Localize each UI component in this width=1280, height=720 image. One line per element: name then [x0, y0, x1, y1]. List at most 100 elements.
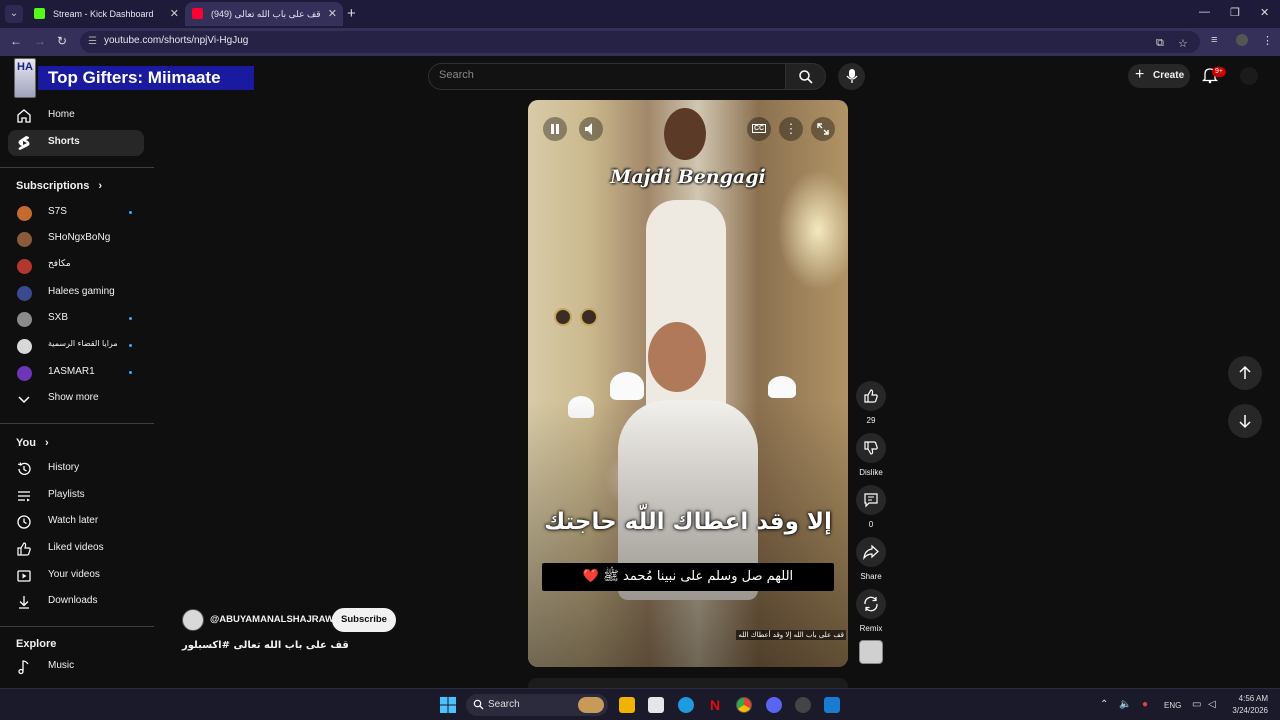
sidebar-item-subscription[interactable]: 1ASMAR1 — [8, 360, 144, 386]
forward-icon[interactable]: → — [34, 34, 46, 48]
subscriptions-heading[interactable]: Subscriptions › — [16, 180, 102, 192]
sidebar-item-subscription[interactable]: مكافح — [8, 253, 144, 279]
sidebar-item-music[interactable]: Music — [8, 654, 144, 680]
sidebar-item-subscription[interactable]: مرايا القضاء الرسمية — [8, 333, 144, 359]
close-tab-icon[interactable]: ✕ — [328, 2, 337, 26]
previous-short-button[interactable] — [1228, 356, 1262, 390]
tab-kick-dashboard[interactable]: Stream - Kick Dashboard ✕ — [27, 2, 185, 26]
new-tab-icon[interactable]: + — [347, 5, 356, 22]
close-window-icon[interactable]: ✕ — [1260, 6, 1269, 19]
download-icon — [19, 596, 29, 609]
url-field[interactable]: ☰ youtube.com/shorts/npjVi-HgJug ⧉ ☆ — [80, 31, 1200, 53]
reload-icon[interactable]: ↻ — [57, 34, 67, 48]
account-avatar[interactable] — [1240, 67, 1258, 85]
avatar — [17, 232, 32, 247]
you-heading[interactable]: You › — [16, 437, 49, 449]
sidebar-item-subscription[interactable]: Halees gaming — [8, 280, 144, 306]
avatar — [17, 259, 32, 274]
clock-date[interactable]: 3/24/2026 — [1222, 706, 1268, 715]
sidebar-item-watch-later[interactable]: Watch later — [8, 509, 144, 535]
file-explorer-icon[interactable] — [619, 697, 635, 713]
speaker-icon[interactable]: 🔈 — [1119, 699, 1131, 710]
edge-icon[interactable] — [678, 697, 694, 713]
url-text: youtube.com/shorts/npjVi-HgJug — [104, 35, 249, 46]
bookmark-star-icon[interactable]: ☆ — [1178, 37, 1188, 50]
new-content-dot — [129, 344, 132, 347]
sidebar-item-subscription[interactable]: SXB — [8, 306, 144, 332]
video-content — [768, 376, 796, 398]
windows-start-icon[interactable] — [440, 697, 456, 713]
back-icon[interactable]: ← — [10, 34, 22, 48]
tray-chevron-up-icon[interactable]: ⌃ — [1100, 699, 1108, 710]
search-input[interactable] — [439, 69, 759, 81]
voice-search-button[interactable] — [838, 63, 865, 90]
clock-time[interactable]: 4:56 AM — [1230, 694, 1268, 703]
video-title[interactable]: قف على باب الله تعالى #اكسبلور — [182, 640, 349, 651]
share-icon — [863, 544, 879, 561]
sidebar-item-label: Downloads — [48, 595, 98, 606]
media-controls-icon[interactable]: ≡ — [1211, 34, 1217, 46]
pause-button[interactable] — [543, 117, 567, 141]
channel-handle[interactable]: @ABUYAMANALSHAJRAWI — [210, 614, 337, 625]
you-heading-label: You — [16, 437, 36, 449]
tab-search-icon[interactable]: ⌄ — [5, 5, 23, 23]
sidebar-item-home[interactable]: Home — [8, 103, 144, 129]
minimize-icon[interactable]: — — [1199, 6, 1210, 18]
sidebar-item-history[interactable]: History — [8, 456, 144, 482]
avatar — [17, 366, 32, 381]
video-content — [554, 308, 572, 326]
tab-youtube-short[interactable]: (949) قف على باب الله تعالى ✕ — [185, 2, 343, 26]
like-button[interactable] — [856, 381, 886, 411]
microphone-icon[interactable]: ● — [1142, 699, 1148, 710]
dislike-button[interactable] — [856, 433, 886, 463]
mute-button[interactable] — [579, 117, 603, 141]
show-more-button[interactable]: Show more — [8, 386, 144, 412]
sidebar-item-subscription[interactable]: SHoNgxBoNg — [8, 226, 144, 252]
notification-badge: 9+ — [1212, 67, 1226, 77]
language-indicator[interactable]: ENG — [1164, 701, 1181, 710]
netflix-icon[interactable]: N — [707, 697, 723, 713]
sidebar-item-your-videos[interactable]: Your videos — [8, 563, 144, 589]
sidebar-item-downloads[interactable]: Downloads — [8, 589, 144, 615]
sidebar-item-label: 1ASMAR1 — [48, 366, 95, 377]
more-options-icon[interactable]: ⋮ — [779, 117, 803, 141]
expand-icon — [817, 123, 829, 135]
sidebar-divider — [0, 167, 154, 168]
fullscreen-button[interactable] — [811, 117, 835, 141]
captions-button[interactable]: CC — [747, 117, 771, 141]
discord-icon[interactable] — [766, 697, 782, 713]
sidebar-divider — [0, 423, 154, 424]
profile-avatar[interactable] — [1236, 34, 1248, 46]
next-short-button[interactable] — [1228, 404, 1262, 438]
sound-thumbnail[interactable] — [859, 640, 883, 664]
sidebar-item-label: Music — [48, 660, 75, 671]
network-icon[interactable]: ▭ — [1192, 699, 1201, 710]
channel-avatar[interactable] — [182, 609, 204, 631]
comments-button[interactable] — [856, 485, 886, 515]
menu-kebab-icon[interactable]: ⋮ — [1262, 34, 1273, 47]
sidebar-item-subscription[interactable]: S7S — [8, 200, 144, 226]
chrome-icon[interactable] — [736, 697, 752, 713]
sidebar-item-playlists[interactable]: Playlists — [8, 483, 144, 509]
sidebar-item-liked-videos[interactable]: Liked videos — [8, 536, 144, 562]
install-app-icon[interactable]: ⧉ — [1156, 37, 1164, 50]
steam-icon[interactable] — [795, 697, 811, 713]
remix-button[interactable] — [856, 589, 886, 619]
new-content-dot — [129, 317, 132, 320]
taskbar-search[interactable]: Search — [466, 694, 608, 716]
app-icon[interactable] — [824, 697, 840, 713]
store-icon[interactable] — [648, 697, 664, 713]
subscriptions-heading-label: Subscriptions — [16, 180, 90, 192]
volume-icon[interactable]: ◁ — [1208, 699, 1216, 710]
caption-box-text: اللهم صل وسلم على نبينا مُحمد ﷺ — [603, 569, 794, 584]
search-button[interactable] — [786, 63, 826, 90]
close-tab-icon[interactable]: ✕ — [170, 2, 179, 26]
next-short-preview[interactable] — [528, 678, 848, 688]
site-info-icon[interactable]: ☰ — [88, 36, 97, 47]
share-button[interactable] — [856, 537, 886, 567]
restore-icon[interactable]: ❐ — [1230, 6, 1240, 19]
sidebar-item-shorts[interactable]: Shorts — [8, 130, 144, 156]
video-icon — [17, 570, 31, 582]
shorts-video-player[interactable]: CC ⋮ Majdi Bengagi إلا وقد اعطاك اللّه ح… — [528, 100, 848, 667]
subscribe-button[interactable]: Subscribe — [332, 608, 396, 632]
